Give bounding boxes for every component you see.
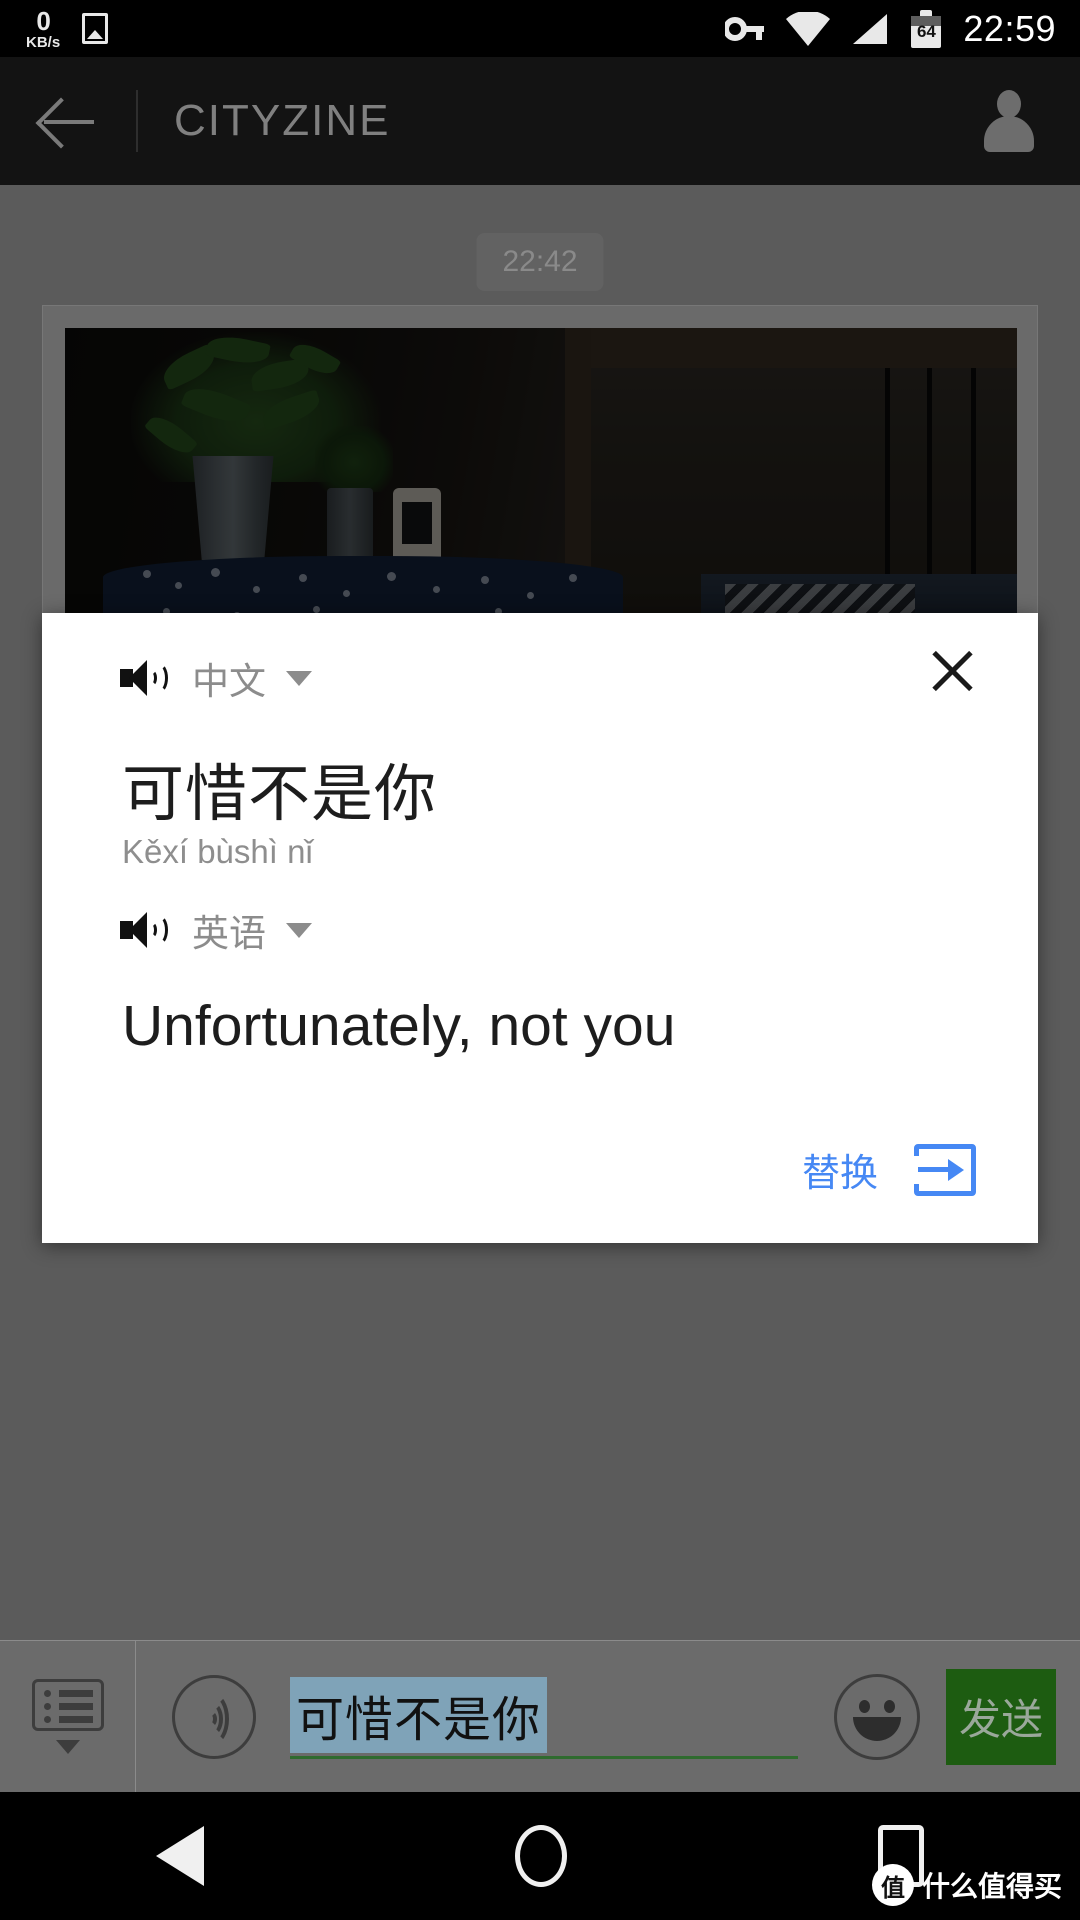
replace-label[interactable]: 替换 [802,1142,878,1197]
text-field-underline [290,1755,798,1759]
phone-screen: 0 KB/s 64 22:59 CITYZINE 22:42 中文 可惜不是你 … [0,0,1080,1920]
source-language-label[interactable]: 中文 [192,651,266,705]
translated-text: Unfortunately, not you [122,994,676,1058]
voice-input-icon[interactable] [172,1674,256,1759]
message-input-bar: 可惜不是你 发送 [0,1640,1080,1793]
send-button[interactable]: 发送 [946,1668,1056,1765]
watermark-text: 什么值得买 [921,1871,1062,1902]
battery-level: 64 [916,21,936,41]
chevron-down-icon[interactable] [286,922,312,938]
message-bubble[interactable] [42,305,1038,635]
emoji-icon[interactable] [834,1673,920,1760]
back-arrow-icon[interactable] [40,92,98,150]
network-speed-unit: KB/s [26,33,61,51]
signal-icon [851,12,891,46]
page-title: CITYZINE [174,96,391,145]
chevron-down-icon[interactable] [55,1740,80,1754]
status-bar: 0 KB/s 64 22:59 [0,0,1080,57]
speaker-icon[interactable] [120,658,168,698]
android-nav-bar: 值 什么值得买 [0,1792,1080,1920]
message-text-field[interactable]: 可惜不是你 [290,1669,816,1765]
source-text: 可惜不是你 [122,760,438,829]
send-label: 发送 [958,1696,1043,1743]
close-icon[interactable] [928,647,976,695]
message-timestamp: 22:42 [476,233,604,291]
target-language-label[interactable]: 英语 [192,903,266,957]
network-speed-value: 0 [36,5,51,36]
nav-home-icon[interactable] [514,1825,567,1887]
status-icons: 64 22:59 [705,8,1080,50]
person-icon[interactable] [982,90,1036,152]
speaker-icon[interactable] [120,910,168,950]
appbar-divider [136,90,138,152]
wifi-icon [785,11,831,46]
target-language-row[interactable]: 英语 [120,903,312,957]
watermark-logo: 值 [871,1864,914,1906]
chevron-down-icon[interactable] [286,670,312,686]
app-bar: CITYZINE [0,57,1080,185]
list-icon[interactable] [31,1679,104,1731]
network-speed-indicator: 0 KB/s [26,8,60,50]
replace-button[interactable]: 替换 [802,1142,976,1197]
message-input-value[interactable]: 可惜不是你 [290,1676,548,1753]
nav-back-icon[interactable] [155,1826,204,1886]
message-photo[interactable] [65,328,1017,628]
source-language-row[interactable]: 中文 [120,651,312,705]
image-icon [82,13,109,44]
watermark: 值 什么值得买 [871,1864,1062,1906]
input-mode-button[interactable] [0,1640,136,1793]
battery-icon: 64 [911,9,942,48]
status-clock: 22:59 [963,7,1056,49]
key-icon [725,16,765,42]
translate-dialog: 中文 可惜不是你 Kěxí bùshì nǐ 英语 Unfortunately,… [42,613,1038,1243]
source-pinyin: Kěxí bùshì nǐ [122,833,313,870]
insert-arrow-icon[interactable] [910,1143,976,1196]
